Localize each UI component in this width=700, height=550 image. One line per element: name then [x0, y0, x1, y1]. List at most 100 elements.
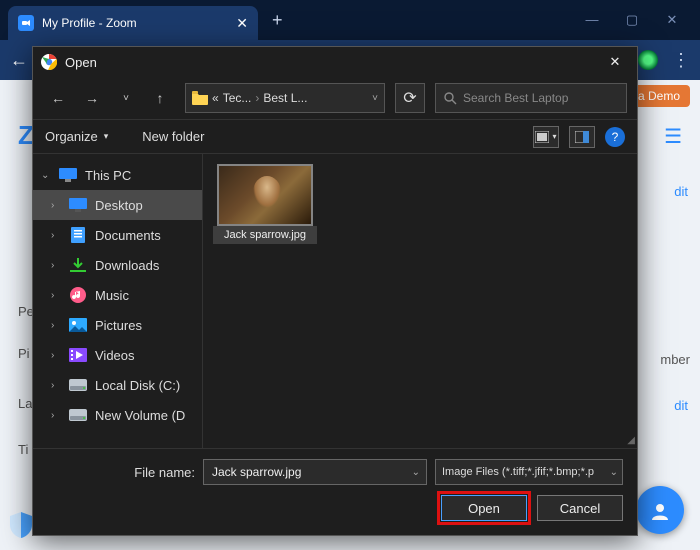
extension-icon[interactable] — [638, 50, 658, 70]
new-tab-button[interactable]: + — [272, 10, 283, 31]
caret-down-icon: ▾ — [552, 132, 556, 141]
tree-item-picture[interactable]: › Pictures — [33, 310, 202, 340]
refresh-button[interactable]: ⟳ — [395, 83, 425, 113]
breadcrumb-root: « — [212, 91, 219, 105]
window-close-button[interactable]: ✕ — [658, 12, 686, 28]
caret-down-icon[interactable]: ⌄ — [412, 467, 420, 478]
monitor-icon — [59, 167, 77, 183]
chevron-right-icon: › — [51, 410, 61, 421]
filetype-select[interactable]: Image Files (*.tiff;*.jfif;*.bmp;*.p ⌄ — [435, 459, 623, 485]
dialog-nav-bar: ← → ˅ ↑ « Tec... › Best L... ˅ ⟳ Search … — [33, 77, 637, 120]
dialog-toolbar: Organize ▾ New folder ▾ ? — [33, 120, 637, 154]
text-fragment: Pi — [18, 346, 30, 361]
search-icon — [444, 92, 457, 105]
chevron-right-icon: › — [51, 260, 61, 271]
picture-icon — [69, 317, 87, 333]
chevron-right-icon: › — [51, 320, 61, 331]
search-input[interactable]: Search Best Laptop — [435, 83, 627, 113]
chevron-right-icon: › — [51, 380, 61, 391]
help-button[interactable]: ? — [605, 127, 625, 147]
window-controls: — ▢ ✕ — [578, 12, 700, 28]
path-breadcrumb[interactable]: « Tec... › Best L... ˅ — [185, 83, 385, 113]
tree-item-music[interactable]: › Music — [33, 280, 202, 310]
chevron-down-icon: ⌄ — [41, 170, 51, 181]
preview-pane-icon — [575, 131, 589, 143]
breadcrumb-dropdown-icon[interactable]: ˅ — [372, 93, 378, 104]
preview-pane-button[interactable] — [569, 126, 595, 148]
disk-icon — [69, 377, 87, 393]
organize-menu[interactable]: Organize ▾ — [45, 129, 108, 144]
nav-recent-button[interactable]: ˅ — [111, 84, 141, 112]
edit-link[interactable]: dit — [674, 398, 688, 413]
browser-tab[interactable]: My Profile - Zoom ✕ — [8, 6, 258, 40]
folder-icon — [192, 91, 208, 105]
new-folder-button[interactable]: New folder — [142, 129, 204, 144]
edit-link[interactable]: dit — [674, 184, 688, 199]
tab-close-icon[interactable]: ✕ — [236, 15, 248, 32]
filetype-value: Image Files (*.tiff;*.jfif;*.bmp;*.p — [442, 466, 594, 478]
nav-back-button[interactable]: ← — [43, 84, 73, 112]
text-fragment: Ti — [18, 442, 28, 457]
search-placeholder: Search Best Laptop — [463, 91, 568, 105]
view-mode-button[interactable]: ▾ — [533, 126, 559, 148]
cancel-button[interactable]: Cancel — [537, 495, 623, 521]
tree-item-label: Music — [95, 288, 129, 303]
filename-input[interactable]: Jack sparrow.jpg ⌄ — [203, 459, 427, 485]
file-open-dialog: Open ✕ ← → ˅ ↑ « Tec... › Best L... ˅ ⟳ … — [32, 46, 638, 536]
dialog-close-button[interactable]: ✕ — [601, 54, 629, 70]
dialog-title: Open — [65, 55, 97, 70]
tree-item-label: New Volume (D — [95, 408, 185, 423]
dialog-titlebar[interactable]: Open ✕ — [33, 47, 637, 77]
nav-up-button[interactable]: ↑ — [145, 84, 175, 112]
breadcrumb-item[interactable]: Tec... — [223, 91, 252, 105]
tree-item-label: Desktop — [95, 198, 143, 213]
window-maximize-button[interactable]: ▢ — [618, 12, 646, 28]
folder-tree: ⌄ This PC ›Desktop›Documents›Downloads›M… — [33, 154, 203, 448]
filename-value: Jack sparrow.jpg — [212, 465, 301, 479]
file-item[interactable]: Jack sparrow.jpg — [213, 164, 317, 244]
chat-bubble-button[interactable] — [636, 486, 684, 534]
tree-item-label: Local Disk (C:) — [95, 378, 180, 393]
tree-label: This PC — [85, 168, 131, 183]
tree-item-desktop[interactable]: › Desktop — [33, 190, 202, 220]
nav-forward-button[interactable]: → — [77, 84, 107, 112]
breadcrumb-item[interactable]: Best L... — [263, 91, 307, 105]
window-minimize-button[interactable]: — — [578, 12, 606, 28]
filename-label: File name: — [47, 465, 195, 480]
file-name-label: Jack sparrow.jpg — [213, 226, 317, 244]
dialog-footer: File name: Jack sparrow.jpg ⌄ Image File… — [33, 448, 637, 535]
caret-down-icon[interactable]: ⌄ — [610, 467, 618, 478]
tree-item-video[interactable]: › Videos — [33, 340, 202, 370]
chrome-icon — [41, 54, 57, 70]
chevron-right-icon: › — [51, 350, 61, 361]
tree-item-document[interactable]: › Documents — [33, 220, 202, 250]
zoom-favicon — [18, 15, 34, 31]
security-shield-icon[interactable] — [10, 512, 32, 538]
browser-menu-button[interactable]: ⋮ — [672, 50, 690, 71]
text-fragment: mber — [660, 352, 690, 367]
browser-back-button[interactable]: ← — [10, 50, 28, 71]
chevron-right-icon: › — [51, 290, 61, 301]
tab-title: My Profile - Zoom — [42, 16, 228, 30]
tree-item-disk[interactable]: › New Volume (D — [33, 400, 202, 430]
chevron-right-icon: › — [51, 230, 61, 241]
tree-item-label: Videos — [95, 348, 135, 363]
desktop-icon — [69, 197, 87, 213]
tree-item-disk[interactable]: › Local Disk (C:) — [33, 370, 202, 400]
video-icon — [69, 347, 87, 363]
tree-item-label: Documents — [95, 228, 161, 243]
tree-item-download[interactable]: ›Downloads — [33, 250, 202, 280]
thumbnails-icon — [535, 131, 549, 143]
organize-label: Organize — [45, 129, 98, 144]
music-icon — [69, 287, 87, 303]
file-thumbnail — [217, 164, 313, 226]
text-fragment: La — [18, 396, 32, 411]
hamburger-menu-icon[interactable]: ☰ — [664, 124, 682, 149]
resize-grip-icon[interactable]: ◢ — [627, 435, 635, 446]
tree-item-label: Pictures — [95, 318, 142, 333]
document-icon — [69, 227, 87, 243]
tree-this-pc[interactable]: ⌄ This PC — [33, 160, 202, 190]
file-list-pane[interactable]: Jack sparrow.jpg ◢ — [203, 154, 637, 448]
open-button[interactable]: Open — [441, 495, 527, 521]
chevron-right-icon: › — [51, 200, 61, 211]
